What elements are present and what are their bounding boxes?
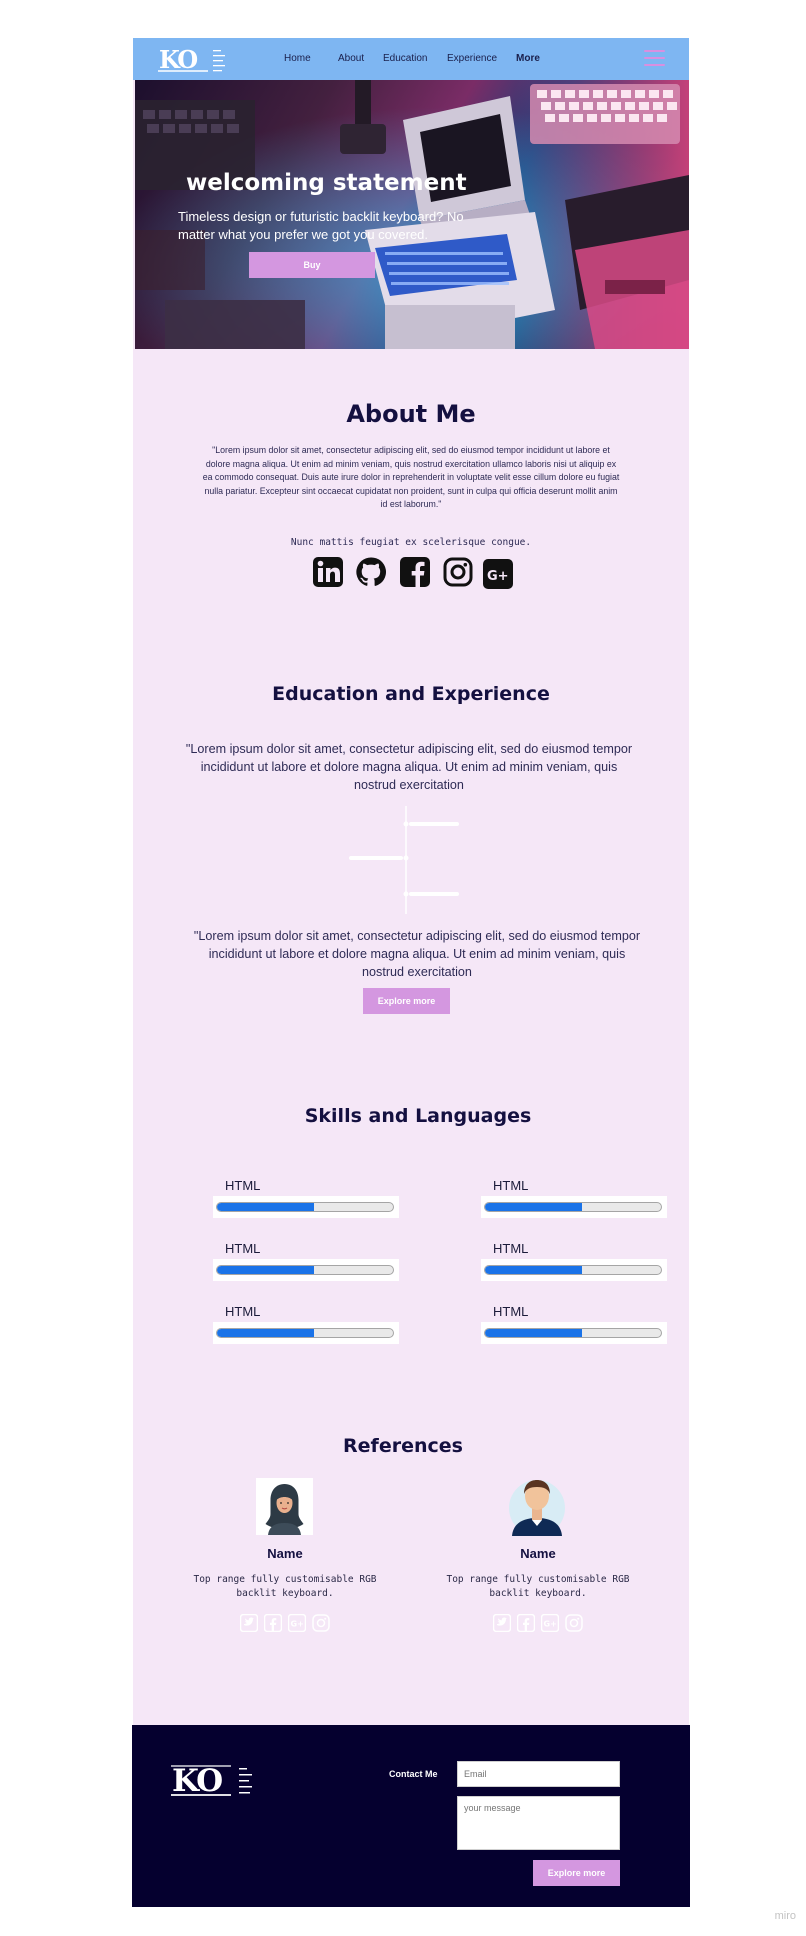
- footer-explore-button[interactable]: Explore more: [533, 1860, 620, 1886]
- buy-button[interactable]: Buy: [249, 252, 375, 278]
- reference-description: Top range fully customisable RGB backlit…: [446, 1574, 630, 1599]
- reference-social-icons: G+: [493, 1614, 583, 1634]
- hero-subtitle: Timeless design or futuristic backlit ke…: [178, 209, 464, 242]
- instagram-icon[interactable]: [565, 1614, 583, 1632]
- nav-more-link[interactable]: More: [516, 38, 540, 80]
- skill-label: HTML: [225, 1178, 261, 1193]
- education-text-top: "Lorem ipsum dolor sit amet, consectetur…: [185, 742, 633, 792]
- svg-text:G+: G+: [291, 1620, 304, 1629]
- contact-me-label: Contact Me: [389, 1769, 438, 1779]
- reference-name: Name: [520, 1546, 556, 1561]
- svg-text:KO: KO: [159, 46, 197, 74]
- reference-avatar-woman: [256, 1478, 313, 1535]
- facebook-icon[interactable]: [517, 1614, 535, 1632]
- references-title: References: [343, 1435, 463, 1457]
- site-logo[interactable]: KO: [158, 45, 238, 74]
- education-explore-button[interactable]: Explore more: [363, 988, 450, 1014]
- skill-label: HTML: [493, 1241, 529, 1256]
- facebook-icon[interactable]: [264, 1614, 282, 1632]
- nav-education-link[interactable]: Education: [383, 38, 427, 80]
- skill-label: HTML: [225, 1241, 261, 1256]
- skill-progress-bar: [484, 1265, 662, 1275]
- education-title: Education and Experience: [272, 683, 550, 705]
- about-text: "Lorem ipsum dolor sit amet, consectetur…: [202, 445, 620, 510]
- reference-description: Top range fully customisable RGB backlit…: [193, 1574, 377, 1599]
- reference-avatar-man: [504, 1468, 570, 1536]
- skill-progress-bar: [216, 1265, 394, 1275]
- github-icon[interactable]: [355, 556, 387, 588]
- google-plus-icon[interactable]: G+: [288, 1614, 306, 1632]
- twitter-icon[interactable]: [240, 1614, 258, 1632]
- message-textarea[interactable]: [457, 1796, 620, 1850]
- svg-text:KO: KO: [172, 1763, 222, 1799]
- footer-logo[interactable]: KO: [171, 1763, 271, 1799]
- reference-name: Name: [267, 1546, 303, 1561]
- skill-item: HTML: [213, 1304, 399, 1356]
- facebook-icon[interactable]: [399, 556, 431, 588]
- hero-banner: welcoming statement Timeless design or f…: [135, 80, 689, 349]
- skill-label: HTML: [225, 1304, 261, 1319]
- skills-title: Skills and Languages: [304, 1105, 532, 1127]
- hamburger-menu-icon[interactable]: [644, 50, 665, 68]
- skill-item: HTML: [481, 1241, 667, 1293]
- education-text-bottom: "Lorem ipsum dolor sit amet, consectetur…: [193, 929, 641, 979]
- hero-title: welcoming statement: [186, 170, 467, 196]
- miro-watermark: miro: [774, 1910, 796, 1922]
- email-input[interactable]: [457, 1761, 620, 1787]
- skill-item: HTML: [481, 1304, 667, 1356]
- svg-text:G+: G+: [487, 569, 509, 584]
- about-title: About Me: [346, 400, 476, 428]
- instagram-icon[interactable]: [312, 1614, 330, 1632]
- footer: KO Contact Me Explore more: [132, 1725, 690, 1907]
- skill-label: HTML: [493, 1304, 529, 1319]
- svg-text:G+: G+: [544, 1620, 557, 1629]
- about-tagline: Nunc mattis feugiat ex scelerisque congu…: [290, 537, 532, 548]
- timeline-graphic: [349, 806, 459, 914]
- skill-progress-bar: [484, 1328, 662, 1338]
- google-plus-icon[interactable]: G+: [541, 1614, 559, 1632]
- reference-social-icons: G+: [240, 1614, 330, 1634]
- google-plus-icon[interactable]: G+: [483, 559, 513, 589]
- twitter-icon[interactable]: [493, 1614, 511, 1632]
- skill-item: HTML: [213, 1241, 399, 1293]
- skill-label: HTML: [493, 1178, 529, 1193]
- top-navigation-bar: KO Home About Education Experience More: [133, 38, 689, 80]
- nav-home-link[interactable]: Home: [284, 38, 311, 80]
- skill-progress-bar: [216, 1202, 394, 1212]
- skill-item: HTML: [213, 1178, 399, 1230]
- nav-about-link[interactable]: About: [338, 38, 364, 80]
- linkedin-icon[interactable]: [312, 556, 344, 588]
- skill-item: HTML: [481, 1178, 667, 1230]
- skill-progress-bar: [484, 1202, 662, 1212]
- skill-progress-bar: [216, 1328, 394, 1338]
- nav-experience-link[interactable]: Experience: [447, 38, 497, 80]
- instagram-icon[interactable]: [442, 556, 474, 588]
